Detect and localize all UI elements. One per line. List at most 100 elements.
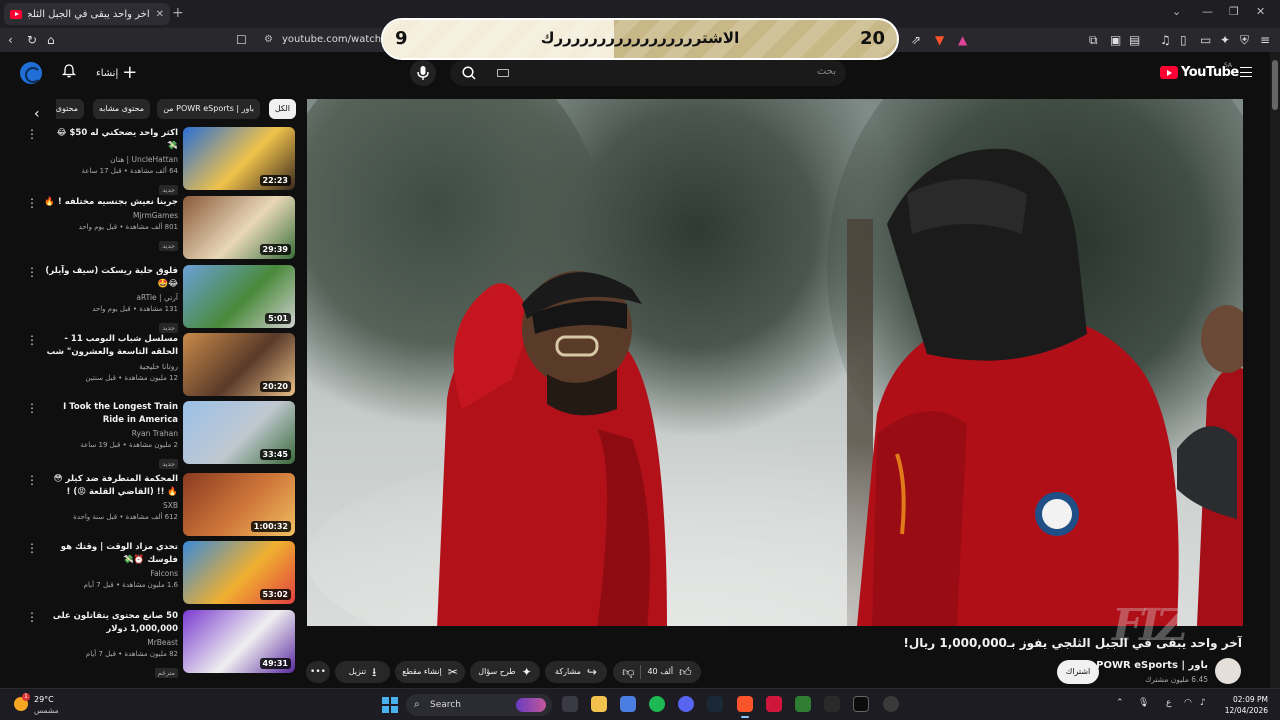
- more-options-icon[interactable]: ⋮: [26, 473, 38, 487]
- back-icon[interactable]: ‹: [8, 32, 13, 48]
- chip-all[interactable]: الكل: [268, 99, 296, 119]
- more-options-icon[interactable]: ⋮: [26, 196, 38, 210]
- recommendation-item[interactable]: ⋮ اكثر واحد يضحكني له 50$ 😂 💸 UncleHattan …: [22, 127, 296, 195]
- discord-icon[interactable]: [678, 696, 694, 712]
- microphone-tray-icon[interactable]: 🎙︎: [1138, 698, 1149, 708]
- minimize-button[interactable]: —: [1202, 5, 1213, 18]
- recommendation-item[interactable]: ⋮ المحكمة المتطرفة ضد كيلر 😳🔥 !! (القاضي …: [22, 473, 296, 537]
- menu-icon[interactable]: ≡: [1260, 32, 1270, 48]
- recommendation-title[interactable]: اكثر واحد يضحكني له 50$ 😂 💸: [44, 127, 178, 153]
- like-count[interactable]: 40 ألف: [647, 661, 673, 683]
- store-icon[interactable]: [620, 696, 636, 712]
- task-view-icon[interactable]: [562, 696, 578, 712]
- media-icon[interactable]: ♫: [1160, 32, 1171, 48]
- leo-ai-icon[interactable]: ✦: [1220, 32, 1230, 48]
- windows-start-icon[interactable]: [382, 697, 398, 713]
- recommendation-item[interactable]: ⋮ جربنا نعيش بجنسيه مختلفه ! 🔥 MjrmGames 80…: [22, 196, 296, 260]
- voice-search-button[interactable]: [410, 60, 436, 86]
- weather-temperature[interactable]: 29°C: [34, 695, 54, 704]
- more-options-icon[interactable]: ⋮: [26, 401, 38, 415]
- recommendation-thumbnail[interactable]: 53:02: [183, 541, 295, 604]
- recommendation-item[interactable]: ⋮ مسلسل شباب البومب 11 - الحلقه التاسعة و…: [22, 333, 296, 397]
- recommendation-thumbnail[interactable]: 20:20: [183, 333, 295, 396]
- excel-icon[interactable]: [795, 696, 811, 712]
- browser-tab[interactable]: آخر واحد يبقى في الجبل الثلجي يف ✕: [4, 3, 170, 25]
- tab-list-icon[interactable]: ⌄: [1172, 5, 1181, 18]
- home-icon[interactable]: ⌂: [47, 32, 55, 48]
- share-page-icon[interactable]: ⇗: [911, 32, 921, 48]
- recommendation-channel[interactable]: MjrmGames: [44, 209, 178, 222]
- chips-prev-arrow-icon[interactable]: ‹: [34, 106, 40, 122]
- recommendation-title[interactable]: I Took the Longest Train Ride in America: [44, 401, 178, 427]
- channel-name[interactable]: POWR eSports | باور: [1080, 660, 1208, 671]
- taskbar-search[interactable]: ⌕ Search: [406, 694, 552, 716]
- keyboard-language[interactable]: ع: [1166, 698, 1171, 708]
- notifications-bell-icon[interactable]: [62, 64, 76, 78]
- recommendation-channel[interactable]: Falcons: [44, 567, 178, 580]
- recommendation-title[interactable]: تحدي مزاد الوقت | وقتك هو فلوسك ⏰💸: [44, 541, 178, 567]
- video-player[interactable]: [307, 99, 1243, 626]
- capcut-icon[interactable]: [824, 696, 840, 712]
- reader-icon[interactable]: ▤: [1129, 32, 1140, 48]
- create-button[interactable]: إنشاء +: [96, 62, 137, 84]
- recommendation-channel[interactable]: SXB: [44, 499, 178, 512]
- recommendation-item[interactable]: ⋮ تحدي مزاد الوقت | وقتك هو فلوسك ⏰💸 Falco…: [22, 541, 296, 605]
- address-bar[interactable]: ⚙ youtube.com/watch?v=: [256, 30, 386, 65]
- more-options-icon[interactable]: ⋮: [26, 610, 38, 624]
- keyboard-icon[interactable]: [497, 69, 509, 77]
- extensions-icon[interactable]: ⧉: [1089, 32, 1098, 48]
- account-avatar[interactable]: [20, 62, 42, 84]
- reload-icon[interactable]: ↻: [27, 32, 37, 48]
- subscribe-button[interactable]: اشتراك: [1057, 660, 1099, 684]
- brave-shields-icon[interactable]: ▼: [935, 32, 944, 48]
- recommendation-thumbnail[interactable]: 1:00:32: [183, 473, 295, 536]
- tab-close-icon[interactable]: ✕: [156, 9, 164, 20]
- tray-overflow-icon[interactable]: ⌃: [1116, 698, 1124, 708]
- chip-more[interactable]: محتوى: [56, 99, 84, 119]
- bookmark-icon[interactable]: ☐: [236, 32, 247, 48]
- recommendation-thumbnail[interactable]: 33:45: [183, 401, 295, 464]
- search-input[interactable]: بحث: [450, 60, 846, 86]
- chip-from-channel[interactable]: من POWR eSports | باور: [157, 99, 260, 119]
- wallet-icon[interactable]: ▭: [1200, 32, 1211, 48]
- site-info-icon[interactable]: ⚙: [264, 30, 273, 50]
- close-window-button[interactable]: ✕: [1256, 5, 1265, 18]
- chip-related[interactable]: محتوى مشابه: [92, 99, 150, 119]
- brave-rewards-icon[interactable]: ▲: [958, 32, 967, 48]
- recommendation-title[interactable]: جربنا نعيش بجنسيه مختلفه ! 🔥: [44, 196, 178, 209]
- steam-icon[interactable]: [707, 696, 723, 712]
- share-button[interactable]: مشاركة ↪: [545, 661, 607, 683]
- recommendation-channel[interactable]: آرتي | aRTie: [44, 291, 178, 304]
- guide-menu-icon[interactable]: [1240, 67, 1252, 77]
- recommendation-item[interactable]: ⋮ I Took the Longest Train Ride in Americ…: [22, 401, 296, 469]
- clip-button[interactable]: إنشاء مقطع ✂: [395, 661, 465, 683]
- recommendation-channel[interactable]: روتانا خليجية: [44, 360, 178, 373]
- recommendation-item[interactable]: ⋮ 50 صانع محتوى يتقاتلون على 1,000,000 دو…: [22, 610, 296, 678]
- download-button[interactable]: تنزيل ⭳: [335, 661, 390, 683]
- recommendation-thumbnail[interactable]: 22:23: [183, 127, 295, 190]
- ask-button[interactable]: طرح سؤال ✦: [470, 661, 540, 683]
- file-explorer-icon[interactable]: [591, 696, 607, 712]
- recommendation-title[interactable]: 50 صانع محتوى يتقاتلون على 1,000,000 دول…: [44, 610, 178, 636]
- volume-icon[interactable]: ♪: [1200, 698, 1206, 708]
- screenshot-icon[interactable]: ▣: [1110, 32, 1121, 48]
- page-scrollbar[interactable]: [1270, 52, 1280, 688]
- spotify-icon[interactable]: [649, 696, 665, 712]
- page-scrollbar-thumb[interactable]: [1272, 60, 1278, 110]
- obs-icon[interactable]: [883, 696, 899, 712]
- adobe-app-icon[interactable]: [766, 696, 782, 712]
- recommendation-title[interactable]: مسلسل شباب البومب 11 - الحلقه التاسعة وا…: [44, 333, 178, 360]
- search-icon[interactable]: [461, 65, 477, 81]
- recommendation-title[interactable]: المحكمة المتطرفة ضد كيلر 😳🔥 !! (القاضي ا…: [44, 473, 178, 499]
- recommendation-item[interactable]: ⋮ فلوق حلبة ريسكت (سيف وآيلر) 😂🤩 آرتي | aR…: [22, 265, 296, 333]
- brave-browser-icon[interactable]: [737, 696, 753, 718]
- more-options-icon[interactable]: ⋮: [26, 127, 38, 141]
- more-options-icon[interactable]: ⋮: [26, 333, 38, 347]
- maximize-button[interactable]: ❐: [1229, 5, 1239, 18]
- recommendation-title[interactable]: فلوق حلبة ريسكت (سيف وآيلر) 😂🤩: [44, 265, 178, 291]
- recommendation-thumbnail[interactable]: 29:39: [183, 196, 295, 259]
- vpn-icon[interactable]: ⛨: [1240, 32, 1249, 48]
- recommendation-channel[interactable]: UncleHattan | هتان: [44, 153, 178, 166]
- recommendation-channel[interactable]: Ryan Trahan: [44, 427, 178, 440]
- more-options-icon[interactable]: ⋮: [26, 265, 38, 279]
